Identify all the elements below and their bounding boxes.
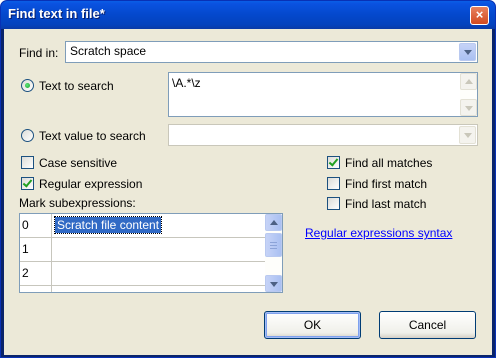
text-value-dropdown-button[interactable]: [459, 126, 476, 144]
find-in-value: Scratch space: [70, 44, 147, 58]
grip-icon: [270, 242, 277, 243]
row-index: 1: [20, 238, 52, 262]
text-to-search-radio[interactable]: [21, 79, 34, 92]
table-row[interactable]: 3: [20, 286, 266, 292]
row-index: 3: [20, 286, 52, 292]
scroll-down-button[interactable]: [265, 275, 282, 292]
mark-subexpressions-label: Mark subexpressions:: [19, 196, 136, 210]
chevron-down-icon: [464, 133, 472, 138]
row-value[interactable]: Scratch file content: [53, 216, 163, 234]
find-text-dialog: Find text in file* × Find in: Scratch sp…: [0, 0, 496, 358]
text-value-to-search-label: Text value to search: [39, 129, 146, 143]
table-row[interactable]: 1: [20, 238, 266, 262]
row-value[interactable]: [55, 265, 59, 267]
row-value[interactable]: [55, 289, 59, 291]
text-to-search-input[interactable]: \A.*\z: [168, 72, 478, 117]
scroll-up-button[interactable]: [460, 73, 477, 90]
grip-icon: [270, 248, 277, 249]
find-last-match-checkbox[interactable]: [327, 197, 340, 210]
scroll-down-button[interactable]: [460, 99, 477, 116]
find-all-matches-label: Find all matches: [345, 156, 433, 170]
row-index: 0: [20, 214, 52, 238]
regular-expression-label: Regular expression: [39, 177, 143, 191]
scroll-thumb[interactable]: [265, 233, 282, 257]
text-value-to-search-radio[interactable]: [21, 129, 34, 142]
radio-selected-dot: [25, 83, 30, 88]
text-value-to-search-select[interactable]: [168, 124, 478, 146]
row-value[interactable]: [55, 241, 59, 243]
find-last-match-label: Find last match: [345, 197, 427, 211]
grip-icon: [270, 245, 277, 246]
table-row[interactable]: 0 Scratch file content: [20, 214, 266, 238]
scroll-up-button[interactable]: [265, 214, 282, 231]
checkmark-icon: [22, 177, 33, 188]
ok-button[interactable]: OK: [264, 311, 361, 339]
chevron-down-icon: [270, 282, 278, 287]
close-button[interactable]: ×: [470, 6, 489, 25]
chevron-down-icon: [464, 50, 472, 55]
subexpressions-grid[interactable]: 0 Scratch file content 1 2 3: [19, 213, 283, 293]
case-sensitive-checkbox[interactable]: [21, 156, 34, 169]
grid-scrollbar[interactable]: [265, 214, 282, 292]
find-first-match-label: Find first match: [345, 177, 428, 191]
find-first-match-checkbox[interactable]: [327, 177, 340, 190]
table-row[interactable]: 2: [20, 262, 266, 286]
row-index: 2: [20, 262, 52, 286]
find-in-select[interactable]: Scratch space: [65, 41, 478, 63]
title-bar[interactable]: Find text in file* ×: [1, 1, 495, 29]
regular-expression-checkbox[interactable]: [21, 177, 34, 190]
chevron-up-icon: [270, 220, 278, 225]
regex-syntax-link[interactable]: Regular expressions syntax: [305, 226, 452, 240]
case-sensitive-label: Case sensitive: [39, 156, 118, 170]
chevron-up-icon: [465, 79, 473, 84]
text-input-scrollbar[interactable]: [460, 73, 477, 116]
window-title: Find text in file*: [8, 6, 105, 21]
find-in-dropdown-button[interactable]: [459, 43, 476, 61]
checkmark-icon: [328, 156, 339, 167]
find-all-matches-checkbox[interactable]: [327, 156, 340, 169]
text-to-search-value: \A.*\z: [172, 76, 201, 90]
cancel-button[interactable]: Cancel: [379, 311, 476, 339]
close-icon: ×: [475, 7, 484, 22]
dialog-body: Find in: Scratch space Text to search \A…: [4, 29, 492, 355]
text-to-search-label: Text to search: [39, 79, 114, 93]
chevron-down-icon: [465, 106, 473, 111]
find-in-label: Find in:: [19, 46, 59, 60]
